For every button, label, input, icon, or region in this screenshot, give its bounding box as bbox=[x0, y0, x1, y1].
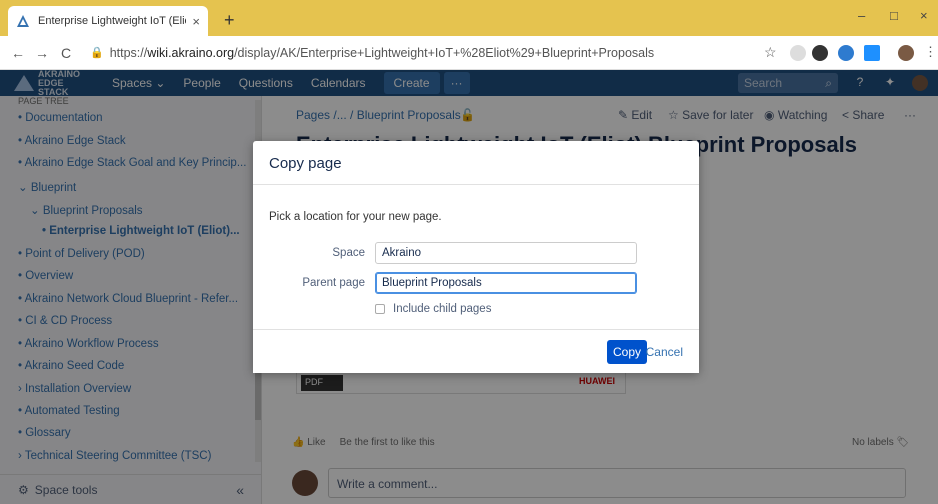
cancel-button[interactable]: Cancel bbox=[646, 340, 683, 364]
forward-icon[interactable]: → bbox=[30, 45, 54, 61]
windows-extension-icon[interactable] bbox=[864, 45, 880, 61]
dialog-footer: Copy Cancel bbox=[253, 329, 699, 373]
close-tab-icon[interactable]: × bbox=[192, 14, 200, 29]
confluence-favicon-icon bbox=[17, 15, 29, 27]
copy-button[interactable]: Copy bbox=[607, 340, 647, 364]
extension-icon[interactable] bbox=[812, 45, 828, 61]
profile-avatar-icon[interactable] bbox=[898, 45, 914, 61]
reload-icon[interactable]: C bbox=[54, 45, 78, 61]
url-field[interactable]: 🔒 https://wiki.akraino.org/display/AK/En… bbox=[90, 46, 654, 60]
back-icon[interactable]: ← bbox=[6, 45, 30, 61]
minimize-icon[interactable]: – bbox=[858, 8, 865, 23]
parent-page-label: Parent page bbox=[302, 277, 365, 289]
url-path: /display/AK/Enterprise+Lightweight+IoT+%… bbox=[234, 45, 655, 60]
url-host: wiki.akraino.org bbox=[147, 45, 235, 60]
checkbox-box[interactable] bbox=[375, 304, 385, 314]
maximize-icon[interactable]: □ bbox=[890, 8, 898, 23]
extension-icon[interactable] bbox=[790, 45, 806, 61]
bookmark-star-icon[interactable]: ☆ bbox=[764, 44, 777, 61]
browser-tab-bar: Enterprise Lightweight IoT (Eliot) × + –… bbox=[0, 0, 938, 36]
browser-tab[interactable]: Enterprise Lightweight IoT (Eliot) × bbox=[8, 6, 208, 36]
dialog-body: Pick a location for your new page. Space… bbox=[253, 185, 699, 329]
window-close-icon[interactable]: × bbox=[920, 8, 928, 23]
space-input[interactable] bbox=[375, 242, 637, 264]
browser-menu-icon[interactable]: ⋮ bbox=[924, 44, 937, 60]
copy-page-dialog: Copy page Pick a location for your new p… bbox=[253, 141, 699, 373]
lock-icon: 🔒 bbox=[90, 47, 104, 59]
dialog-description: Pick a location for your new page. bbox=[269, 211, 442, 223]
space-label: Space bbox=[332, 247, 365, 259]
include-child-pages-checkbox[interactable]: Include child pages bbox=[375, 303, 491, 315]
tab-title: Enterprise Lightweight IoT (Eliot) bbox=[38, 15, 187, 27]
url-prefix: https:// bbox=[109, 45, 148, 60]
include-child-pages-label: Include child pages bbox=[393, 303, 492, 315]
new-tab-button[interactable]: + bbox=[224, 10, 235, 31]
extension-icon[interactable] bbox=[838, 45, 854, 61]
dialog-title: Copy page bbox=[253, 141, 699, 185]
parent-page-input[interactable] bbox=[375, 272, 637, 294]
